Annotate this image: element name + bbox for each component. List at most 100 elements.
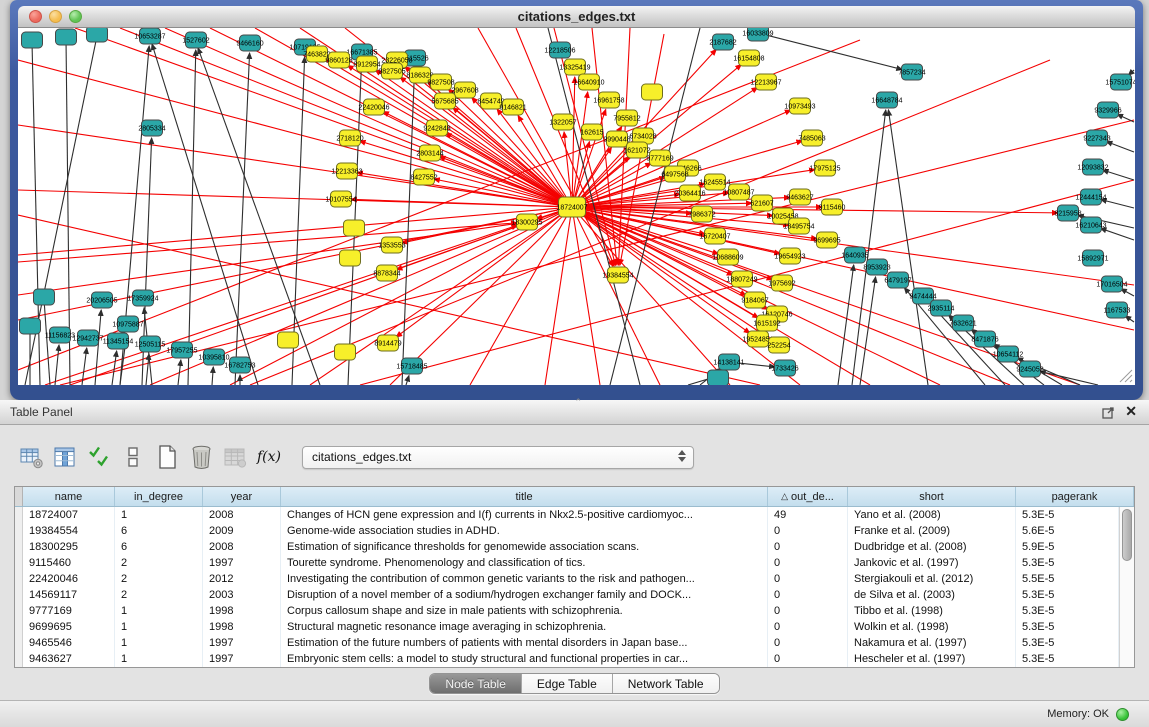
graph-edge[interactable] [1121,289,1134,296]
cell[interactable]: 22420046 [23,571,115,587]
graph-edge[interactable] [60,120,1134,385]
column-header-short[interactable]: short [848,487,1016,506]
graph-edge[interactable] [1040,371,1098,385]
cell[interactable]: 0 [768,651,848,667]
graph-edge[interactable] [212,367,213,385]
graph-edge[interactable] [860,277,876,385]
cell[interactable]: Corpus callosum shape and size in male p… [281,603,768,619]
cell[interactable]: 9699695 [23,619,115,635]
graph-node-teal[interactable] [22,32,43,48]
cell[interactable]: 9465546 [23,635,115,651]
column-header-out_de[interactable]: △out_de... [768,487,848,506]
cell[interactable]: 1 [115,651,203,667]
cell[interactable]: 5.9E-5 [1016,539,1119,555]
graph-node-teal[interactable] [708,370,729,385]
graph-edge[interactable] [396,212,565,337]
delete-table-icon[interactable] [220,442,250,472]
table-row[interactable]: 1872400712008Changes of HCN gene express… [15,507,1119,523]
cell[interactable]: 2 [115,571,203,587]
cell[interactable]: 6 [115,539,203,555]
cell[interactable]: Changes of HCN gene expression and I(f) … [281,507,768,523]
table-row[interactable]: 1456911722003Disruption of a novel membe… [15,587,1119,603]
cell[interactable]: 5.3E-5 [1016,507,1119,523]
canvas-resize-grip[interactable] [1117,367,1133,383]
column-header-name[interactable]: name [23,487,115,506]
citation-network-graph[interactable]: 1065328715276029466160107191851667138575… [18,28,1135,385]
graph-node-teal[interactable] [34,289,55,305]
cell[interactable]: 14569117 [23,587,115,603]
graph-node-teal[interactable] [56,29,77,45]
cell[interactable]: 5.5E-5 [1016,571,1119,587]
cell[interactable]: 0 [768,619,848,635]
cell[interactable]: Investigating the contribution of common… [281,571,768,587]
column-header-title[interactable]: title [281,487,768,506]
column-header-pagerank[interactable]: pagerank [1016,487,1134,506]
cell[interactable]: 2003 [203,587,281,603]
graph-node-yellow[interactable] [642,84,663,100]
cell[interactable]: 2 [115,587,203,603]
cell[interactable]: Tibbo et al. (1998) [848,603,1016,619]
graph-edge[interactable] [838,265,854,385]
cell[interactable]: Wolkin et al. (1998) [848,619,1016,635]
cell[interactable]: Dudbridge et al. (2008) [848,539,1016,555]
graph-edge[interactable] [18,208,563,255]
cell[interactable]: 0 [768,571,848,587]
cell[interactable]: 2 [115,555,203,571]
cell[interactable]: 1 [115,603,203,619]
cell[interactable]: 0 [768,587,848,603]
cell[interactable]: 9463627 [23,651,115,667]
graph-edge[interactable] [1106,142,1134,152]
cell[interactable]: Nakamura et al. (1997) [848,635,1016,651]
splitter-handle-icon[interactable]: ⌃ [575,397,583,408]
tab-node-table[interactable]: Node Table [430,674,522,693]
graph-edge[interactable] [18,125,563,206]
cell[interactable]: Estimation of the future numbers of pati… [281,635,768,651]
graph-edge[interactable] [470,215,568,385]
table-row[interactable]: 946362711997Embryonic stem cells: a mode… [15,651,1119,667]
toggle-selection-icon[interactable] [118,442,148,472]
cell[interactable]: 9777169 [23,603,115,619]
network-canvas[interactable]: 1065328715276029466160107191851667138575… [18,28,1135,385]
column-header-year[interactable]: year [203,487,281,506]
cell[interactable]: 5.3E-5 [1016,603,1119,619]
cell[interactable]: 0 [768,555,848,571]
close-panel-icon[interactable]: ✕ [1125,403,1137,420]
cell[interactable]: 9115460 [23,555,115,571]
graph-edge[interactable] [573,216,600,385]
cell[interactable]: Jankovic et al. (1997) [848,555,1016,571]
cell[interactable]: Genome-wide association studies in ADHD. [281,523,768,539]
graph-edge[interactable] [112,351,117,385]
table-row[interactable]: 911546021997Tourette syndrome. Phenomeno… [15,555,1119,571]
cell[interactable]: Stergiakouli et al. (2012) [848,571,1016,587]
graph-edge[interactable] [18,223,517,262]
graph-node-yellow[interactable] [278,332,299,348]
cell[interactable]: 1 [115,507,203,523]
cell[interactable]: 5.3E-5 [1016,651,1119,667]
window-titlebar[interactable]: citations_edges.txt [18,6,1135,28]
cell[interactable]: Franke et al. (2009) [848,523,1016,539]
cell[interactable]: 5.3E-5 [1016,555,1119,571]
float-panel-icon[interactable] [1102,406,1115,419]
graph-edge[interactable] [55,345,59,385]
cell[interactable]: de Silva et al. (2003) [848,587,1016,603]
select-all-icon[interactable] [84,442,114,472]
graph-edge[interactable] [1117,114,1134,122]
cell[interactable]: Embryonic stem cells: a model to study s… [281,651,768,667]
cell[interactable]: 2008 [203,507,281,523]
cell[interactable]: Tourette syndrome. Phenomenology and cla… [281,555,768,571]
graph-edge[interactable] [572,77,575,198]
cell[interactable]: 5.3E-5 [1016,619,1119,635]
cell[interactable]: 1 [115,635,203,651]
create-column-icon[interactable] [152,442,182,472]
cell[interactable]: 0 [768,635,848,651]
graph-edge[interactable] [146,354,149,385]
graph-edge[interactable] [581,209,1134,330]
table-row[interactable]: 946554611997Estimation of the future num… [15,635,1119,651]
graph-edge[interactable] [406,376,409,385]
cell[interactable]: 1997 [203,635,281,651]
cell[interactable]: 0 [768,523,848,539]
graph-node-yellow[interactable] [344,220,365,236]
cell[interactable]: 1997 [203,651,281,667]
graph-edge[interactable] [545,216,571,385]
table-row[interactable]: 1938455462009Genome-wide association stu… [15,523,1119,539]
